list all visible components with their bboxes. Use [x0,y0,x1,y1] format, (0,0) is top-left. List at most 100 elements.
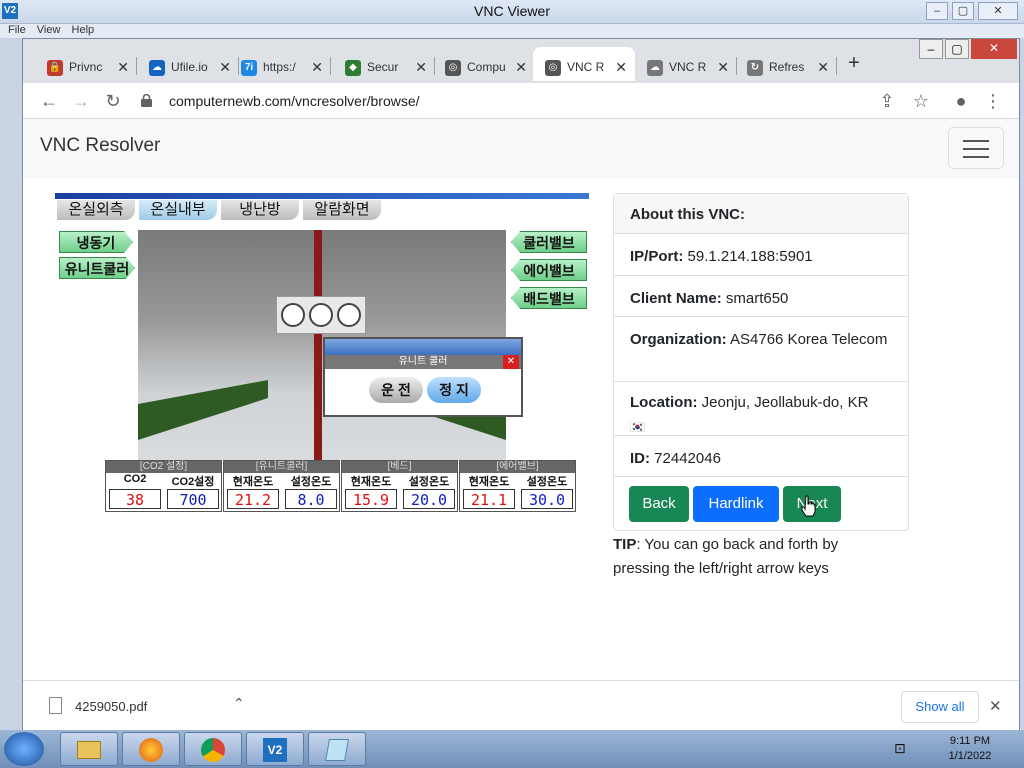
taskbar-notepad[interactable] [308,732,366,766]
fan-icon [281,303,305,327]
bookmark-star-icon[interactable]: ☆ [909,89,933,113]
readout-value: 21.1 [463,489,515,509]
navbar-toggle-button[interactable] [948,127,1004,169]
readout-value: 38 [109,489,161,509]
tab-label: Secur [367,60,399,74]
downloads-bar: 4259050.pdf ⌃ Show all ✕ [23,680,1019,730]
readout-group-bed: [베드] 현재온도 15.9 설정온도 20.0 [341,460,458,512]
vnc-window-title: VNC Viewer [474,3,550,19]
forward-arrow-icon[interactable]: → [69,89,93,113]
flag-icon: 🇰🇷 [630,420,645,434]
chevron-up-icon[interactable]: ⌃ [233,695,245,712]
vnc-menubar: File View Help [0,24,1024,38]
close-tab-icon[interactable]: ✕ [515,59,527,76]
hmi-cooler-valve-button: 쿨러밸브 [511,231,587,253]
tab-label: Ufile.io [171,60,208,74]
greenhouse-pole [314,230,322,464]
hmi-readout-table: [CO2 설정] CO2 38 CO2설정 700 [유니트쿨러] 현재온도 21.2… [105,460,577,512]
info-row-client: Client Name: smart650 [614,276,908,317]
taskbar-vnc[interactable]: V2 [246,732,304,766]
shield-green-icon: ◆ [345,60,361,76]
close-tab-icon[interactable]: ✕ [117,59,129,76]
taskbar-chrome[interactable] [184,732,242,766]
readout-group-air-valve: [에어밸브] 현재온도 21.1 설정온도 30.0 [459,460,576,512]
info-row-id: ID: 72442046 [614,436,908,477]
remote-desktop-background [0,38,22,730]
menu-help[interactable]: Help [72,24,95,36]
readout-value: 8.0 [285,489,337,509]
new-tab-button[interactable]: + [841,51,867,77]
vnc-icon: V2 [263,738,287,762]
vnc-minimize-button[interactable]: – [926,2,948,20]
vnc-close-button[interactable]: ✕ [978,2,1018,20]
close-tab-icon[interactable]: ✕ [817,59,829,76]
close-tab-icon[interactable]: ✕ [311,59,323,76]
network-icon[interactable]: ⊡ [894,740,906,757]
card-title: About this VNC: [614,194,908,234]
browser-tab-secure[interactable]: ◆ Secur ✕ [333,47,435,81]
url-text: computernewb.com/vncresolver/browse/ [169,93,420,109]
browser-tab-privnc[interactable]: 🔒 Privnc ✕ [35,47,137,81]
reload-icon[interactable]: ↻ [101,89,125,113]
hmi-bed-valve-button: 배드밸브 [511,287,587,309]
hmi-unit-cooler-popup: 유니트 쿨러 ✕ 운 전 정 지 [323,337,523,417]
taskbar-explorer[interactable] [60,732,118,766]
close-tab-icon[interactable]: ✕ [415,59,427,76]
download-item[interactable]: 4259050.pdf [75,699,147,714]
close-downloads-icon[interactable]: ✕ [989,697,1002,715]
chrome-minimize-button[interactable]: – [919,39,943,59]
hmi-air-valve-button: 에어밸브 [511,259,587,281]
fan-icon [337,303,361,327]
back-arrow-icon[interactable]: ← [37,89,61,113]
back-button[interactable]: Back [629,486,689,522]
remote-desktop-background-right [1020,38,1024,730]
close-tab-icon[interactable]: ✕ [717,59,729,76]
hmi-tab-alarm: 알람화면 [303,200,381,220]
menu-file[interactable]: File [8,24,26,36]
flower-bed-left [138,380,268,440]
tab-label: VNC R [669,60,707,74]
show-all-button[interactable]: Show all [901,691,979,723]
hmi-unit-cooler-button: 유니트쿨러 [59,257,135,279]
hmi-tab-hvac: 냉난방 [221,200,299,220]
browser-tab-ufile[interactable]: ☁ Ufile.io ✕ [137,47,239,81]
close-tab-icon[interactable]: ✕ [615,59,627,76]
site-brand[interactable]: VNC Resolver [40,135,160,157]
refresh-icon: ↻ [747,60,763,76]
start-button[interactable] [4,732,44,766]
readout-group-co2: [CO2 설정] CO2 38 CO2설정 700 [105,460,222,512]
tab-label: https:/ [263,60,296,74]
browser-tab-vnc[interactable]: ☁ VNC R ✕ [635,47,737,81]
firefox-icon [139,738,163,762]
browser-tab-vnc-active[interactable]: ◎ VNC R ✕ [533,47,635,81]
site-navbar: VNC Resolver [23,119,1019,179]
browser-toolbar: ← → ↻ computernewb.com/vncresolver/brows… [23,83,1019,119]
vnc-maximize-button[interactable]: ▢ [952,2,974,20]
globe-icon: ◎ [545,60,561,76]
chrome-icon [201,738,225,762]
browser-tab-compu[interactable]: ◎ Compu ✕ [433,47,535,81]
tab-strip: 🔒 Privnc ✕ ☁ Ufile.io ✕ 7i https:/ ✕ ◆ S… [23,39,1019,83]
chrome-close-button[interactable]: ✕ [971,39,1017,59]
menu-view[interactable]: View [37,24,61,36]
profile-avatar-icon[interactable]: ● [949,89,973,113]
browser-tab-refresh[interactable]: ↻ Refres ✕ [735,47,837,81]
cloud-icon: ☁ [647,60,663,76]
hardlink-button[interactable]: Hardlink [693,486,779,522]
hmi-freezer-button: 냉동기 [59,231,133,253]
address-bar[interactable]: computernewb.com/vncresolver/browse/ [141,87,1001,115]
browser-tab-https[interactable]: 7i https:/ ✕ [229,47,331,81]
popup-close-icon: ✕ [503,355,519,369]
tab-label: Refres [769,60,805,74]
hmi-tab-inside: 온실내부 [139,200,217,220]
vnc-info-card: About this VNC: IP/Port: 59.1.214.188:59… [613,193,909,531]
folder-icon [77,741,101,759]
readout-value: 30.0 [521,489,573,509]
windows-taskbar: V2 ⊡ 9:11 PM 1/1/2022 [0,730,1024,768]
menu-kebab-icon[interactable]: ⋮ [981,89,1005,113]
file-icon [49,697,62,714]
taskbar-firefox[interactable] [122,732,180,766]
chrome-maximize-button[interactable]: ▢ [945,39,969,59]
share-icon[interactable]: ⇪ [875,89,899,113]
system-clock[interactable]: 9:11 PM 1/1/2022 [920,734,1020,764]
